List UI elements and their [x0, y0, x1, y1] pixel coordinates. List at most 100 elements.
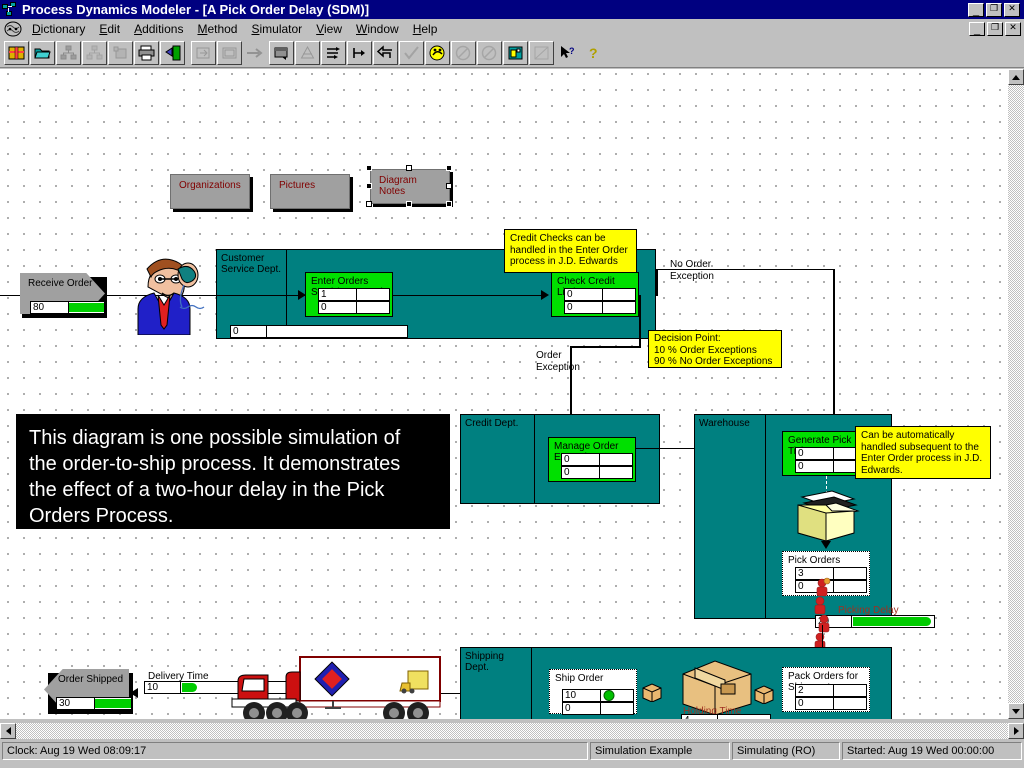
horizontal-scroll-track[interactable]	[16, 723, 1008, 739]
minimize-icon: _	[972, 5, 980, 17]
delivery-truck-art	[222, 655, 442, 719]
menu-method[interactable]: Method	[190, 21, 244, 37]
flow-split-button[interactable]	[347, 40, 372, 65]
flow-line-cs-2	[392, 295, 544, 296]
menu-edit[interactable]: Edit	[92, 21, 127, 37]
holding-time-gauge[interactable]: 4	[681, 714, 771, 719]
arrow-right-icon	[247, 47, 263, 58]
pause-sim-icon	[455, 45, 471, 60]
pack-orders-counter-2[interactable]: 0	[795, 697, 867, 710]
decision-point-note[interactable]: Decision Point: 10 % Order Exceptions 90…	[648, 330, 782, 368]
clear-results-button	[529, 40, 554, 65]
decision-flow-button[interactable]	[321, 40, 346, 65]
delivery-time-value: 10	[145, 682, 181, 693]
selection-handle-ne[interactable]	[446, 165, 452, 171]
simulate-run-button[interactable]	[425, 40, 450, 65]
scroll-up-button[interactable]	[1008, 69, 1024, 85]
vertical-scroll-track[interactable]	[1008, 85, 1024, 703]
pictures-box[interactable]: Pictures	[270, 174, 350, 209]
ship-order-counter-2[interactable]: 0	[562, 702, 634, 715]
selection-handle-sw[interactable]	[366, 201, 372, 207]
manage-exceptions-counter-2[interactable]: 0	[561, 466, 633, 479]
pack-orders-counter-1[interactable]: 2	[795, 684, 867, 697]
menu-view[interactable]: View	[309, 21, 349, 37]
check-credit-value-1: 0	[565, 289, 603, 300]
receive-order-value: 80	[31, 302, 69, 313]
report-button[interactable]	[503, 40, 528, 65]
auto-handled-note[interactable]: Can be automatically handled subsequent …	[855, 426, 991, 479]
organizations-label: Organizations	[179, 180, 241, 191]
diagram-canvas-viewport[interactable]: Organizations Pictures Diagram Notes Cus…	[0, 69, 1024, 719]
menu-simulator[interactable]: Simulator	[244, 21, 309, 37]
pick-orders-title: Pick Orders	[788, 555, 841, 566]
credit-check-note[interactable]: Credit Checks can be handled in the Ente…	[504, 229, 637, 273]
restore-button[interactable]: ❐	[986, 2, 1002, 17]
pick-orders-bar-2	[834, 581, 866, 592]
enter-orders-bar-1	[357, 289, 389, 300]
child-minimize-button[interactable]: _	[969, 21, 985, 36]
manage-exceptions-counter-1[interactable]: 0	[561, 453, 633, 466]
menu-additions[interactable]: Additions	[127, 21, 190, 37]
scroll-down-button[interactable]	[1008, 703, 1024, 719]
process-box-button[interactable]	[269, 40, 294, 65]
selection-handle-w[interactable]	[366, 183, 372, 189]
selection-handle-e[interactable]	[446, 183, 452, 189]
organizations-box[interactable]: Organizations	[170, 174, 250, 209]
menu-help[interactable]: Help	[406, 21, 445, 37]
menu-window[interactable]: Window	[349, 21, 406, 37]
check-credit-counter-1[interactable]: 0	[564, 288, 636, 301]
exit-door-button[interactable]	[160, 40, 185, 65]
lane-shipping-dept-title: Shipping Dept.	[465, 651, 504, 673]
enter-orders-counter-2[interactable]: 0	[318, 301, 390, 314]
status-bar: Clock: Aug 19 Wed 08:09:17 Simulation Ex…	[0, 739, 1024, 768]
enter-orders-counter-1[interactable]: 1	[318, 288, 390, 301]
cs-queue-gauge[interactable]: 0	[230, 325, 408, 338]
print-button[interactable]	[134, 40, 159, 65]
help-question-button[interactable]: ?	[581, 40, 606, 65]
tile-window-icon	[222, 47, 237, 58]
new-document-button[interactable]	[4, 40, 29, 65]
context-help-button[interactable]: ?	[555, 40, 580, 65]
window-title: Process Dynamics Modeler - [A Pick Order…	[22, 2, 370, 17]
child-close-button[interactable]: ✕	[1005, 21, 1021, 36]
minimize-button[interactable]: _	[968, 2, 984, 17]
scroll-left-icon	[5, 727, 11, 735]
decision-flow-icon	[327, 46, 340, 59]
child-restore-button[interactable]: ❐	[987, 21, 1003, 36]
pack-orders-value-1: 2	[796, 685, 834, 696]
enter-orders-bar-2	[357, 302, 389, 313]
vertical-scrollbar[interactable]	[1008, 69, 1024, 719]
restore-icon: ❐	[989, 3, 999, 13]
status-clock: Clock: Aug 19 Wed 08:09:17	[2, 742, 588, 760]
diagram-notes-box[interactable]: Diagram Notes	[370, 169, 450, 204]
horizontal-scrollbar[interactable]	[0, 723, 1024, 739]
scroll-left-button[interactable]	[0, 723, 16, 739]
receive-order-counter[interactable]: 80	[30, 301, 105, 314]
order-shipped-counter[interactable]: 30	[56, 697, 132, 710]
pick-orders-bar-1	[834, 568, 866, 579]
selection-handle-n[interactable]	[406, 165, 412, 171]
ship-order-counter-1[interactable]: 10	[562, 689, 634, 702]
organization-icon	[300, 45, 315, 58]
picking-delay-bar	[852, 616, 934, 627]
loop-back-button[interactable]	[373, 40, 398, 65]
open-folder-button[interactable]	[30, 40, 55, 65]
check-credit-counter-2[interactable]: 0	[564, 301, 636, 314]
close-button[interactable]: ✕	[1004, 2, 1020, 17]
selection-handle-s[interactable]	[406, 201, 412, 207]
selection-handle-se[interactable]	[446, 201, 452, 207]
flow-split-icon	[353, 47, 365, 58]
pack-orders-bar-1	[834, 685, 866, 696]
narrative-text-block[interactable]: This diagram is one possible simulation …	[16, 414, 450, 529]
menu-dictionary[interactable]: Dictionary	[25, 21, 92, 37]
cs-queue-value: 0	[231, 326, 267, 337]
report-icon	[508, 46, 523, 59]
order-exception-label: Order Exception	[536, 350, 580, 373]
document-icon[interactable]	[3, 20, 23, 37]
selection-handle-nw[interactable]	[366, 165, 372, 171]
status-model-name: Simulation Example	[590, 742, 730, 760]
arrow-to-order-shipped	[130, 688, 138, 698]
order-shipped-value: 30	[57, 698, 95, 709]
scroll-right-button[interactable]	[1008, 723, 1024, 739]
diagram-canvas[interactable]: Organizations Pictures Diagram Notes Cus…	[0, 69, 1008, 719]
